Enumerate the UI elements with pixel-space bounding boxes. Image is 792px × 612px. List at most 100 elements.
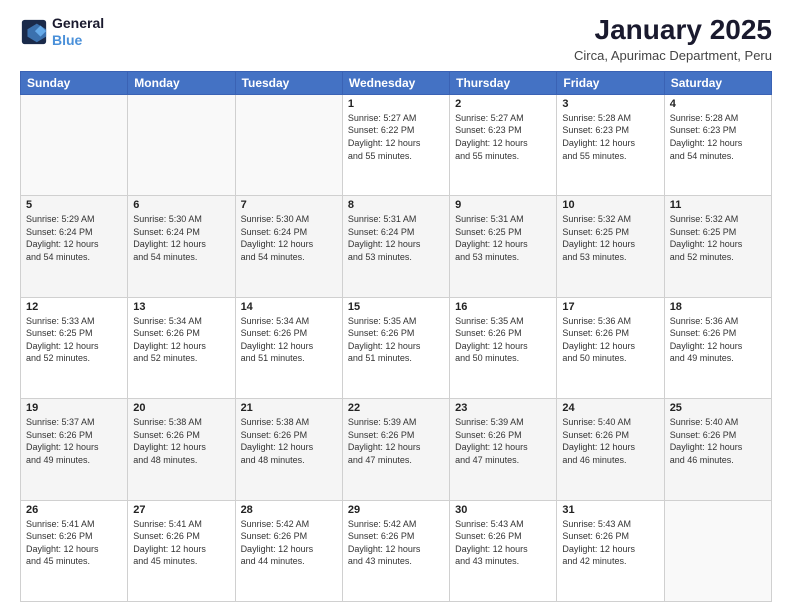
day-cell: 12Sunrise: 5:33 AMSunset: 6:25 PMDayligh… — [21, 297, 128, 398]
day-number: 10 — [562, 199, 658, 211]
day-info: Sunrise: 5:37 AMSunset: 6:26 PMDaylight:… — [26, 416, 122, 466]
day-cell: 15Sunrise: 5:35 AMSunset: 6:26 PMDayligh… — [342, 297, 449, 398]
week-row-1: 1Sunrise: 5:27 AMSunset: 6:22 PMDaylight… — [21, 94, 772, 195]
day-info: Sunrise: 5:30 AMSunset: 6:24 PMDaylight:… — [133, 213, 229, 263]
day-info: Sunrise: 5:27 AMSunset: 6:23 PMDaylight:… — [455, 112, 551, 162]
day-number: 20 — [133, 402, 229, 414]
day-number: 22 — [348, 402, 444, 414]
week-row-3: 12Sunrise: 5:33 AMSunset: 6:25 PMDayligh… — [21, 297, 772, 398]
day-info: Sunrise: 5:29 AMSunset: 6:24 PMDaylight:… — [26, 213, 122, 263]
day-info: Sunrise: 5:36 AMSunset: 6:26 PMDaylight:… — [670, 315, 766, 365]
week-row-4: 19 Sunrise: 5:37 AMSunset: 6:26 PMDayligh… — [21, 399, 772, 500]
header: General Blue January 2025 Circa, Apurima… — [20, 15, 772, 63]
day-cell: 25 Sunrise: 5:40 AMSunset: 6:26 PMDayligh… — [664, 399, 771, 500]
day-number: 1 — [348, 98, 444, 110]
day-cell: 13 Sunrise: 5:34 AMSunset: 6:26 PMDayligh… — [128, 297, 235, 398]
logo-line1: General — [52, 15, 104, 32]
day-info: Sunrise: 5:41 AMSunset: 6:26 PMDaylight:… — [133, 518, 229, 568]
day-info: Sunrise: 5:35 AMSunset: 6:26 PMDaylight:… — [455, 315, 551, 365]
header-cell-monday: Monday — [128, 71, 235, 94]
day-cell: 1Sunrise: 5:27 AMSunset: 6:22 PMDaylight… — [342, 94, 449, 195]
title-block: January 2025 Circa, Apurimac Department,… — [574, 15, 772, 63]
logo: General Blue — [20, 15, 104, 49]
day-cell: 27 Sunrise: 5:41 AMSunset: 6:26 PMDayligh… — [128, 500, 235, 601]
header-cell-friday: Friday — [557, 71, 664, 94]
day-info: Sunrise: 5:30 AMSunset: 6:24 PMDaylight:… — [241, 213, 337, 263]
day-info: Sunrise: 5:28 AMSunset: 6:23 PMDaylight:… — [562, 112, 658, 162]
day-info: Sunrise: 5:43 AMSunset: 6:26 PMDaylight:… — [455, 518, 551, 568]
header-cell-sunday: Sunday — [21, 71, 128, 94]
day-info: Sunrise: 5:41 AMSunset: 6:26 PMDaylight:… — [26, 518, 122, 568]
day-info: Sunrise: 5:40 AMSunset: 6:26 PMDaylight:… — [670, 416, 766, 466]
day-number: 30 — [455, 504, 551, 516]
day-number: 16 — [455, 301, 551, 313]
day-cell: 14Sunrise: 5:34 AMSunset: 6:26 PMDayligh… — [235, 297, 342, 398]
day-number: 26 — [26, 504, 122, 516]
week-row-2: 5 Sunrise: 5:29 AMSunset: 6:24 PMDaylight… — [21, 196, 772, 297]
day-number: 3 — [562, 98, 658, 110]
day-cell: 10 Sunrise: 5:32 AMSunset: 6:25 PMDayligh… — [557, 196, 664, 297]
day-number: 5 — [26, 199, 122, 211]
day-info: Sunrise: 5:40 AMSunset: 6:26 PMDaylight:… — [562, 416, 658, 466]
day-cell: 20 Sunrise: 5:38 AMSunset: 6:26 PMDayligh… — [128, 399, 235, 500]
day-number: 19 — [26, 402, 122, 414]
day-cell: 18Sunrise: 5:36 AMSunset: 6:26 PMDayligh… — [664, 297, 771, 398]
day-number: 21 — [241, 402, 337, 414]
day-number: 7 — [241, 199, 337, 211]
day-cell: 5 Sunrise: 5:29 AMSunset: 6:24 PMDaylight… — [21, 196, 128, 297]
day-cell — [128, 94, 235, 195]
day-number: 23 — [455, 402, 551, 414]
day-number: 27 — [133, 504, 229, 516]
header-row: SundayMondayTuesdayWednesdayThursdayFrid… — [21, 71, 772, 94]
header-cell-thursday: Thursday — [450, 71, 557, 94]
day-info: Sunrise: 5:35 AMSunset: 6:26 PMDaylight:… — [348, 315, 444, 365]
day-info: Sunrise: 5:38 AMSunset: 6:26 PMDaylight:… — [133, 416, 229, 466]
day-info: Sunrise: 5:28 AMSunset: 6:23 PMDaylight:… — [670, 112, 766, 162]
header-cell-tuesday: Tuesday — [235, 71, 342, 94]
day-cell: 3 Sunrise: 5:28 AMSunset: 6:23 PMDaylight… — [557, 94, 664, 195]
day-info: Sunrise: 5:43 AMSunset: 6:26 PMDaylight:… — [562, 518, 658, 568]
day-cell: 6 Sunrise: 5:30 AMSunset: 6:24 PMDaylight… — [128, 196, 235, 297]
day-info: Sunrise: 5:32 AMSunset: 6:25 PMDaylight:… — [562, 213, 658, 263]
day-cell — [235, 94, 342, 195]
day-cell: 2 Sunrise: 5:27 AMSunset: 6:23 PMDaylight… — [450, 94, 557, 195]
day-info: Sunrise: 5:42 AMSunset: 6:26 PMDaylight:… — [348, 518, 444, 568]
day-info: Sunrise: 5:42 AMSunset: 6:26 PMDaylight:… — [241, 518, 337, 568]
logo-line2: Blue — [52, 32, 104, 49]
day-cell: 9 Sunrise: 5:31 AMSunset: 6:25 PMDaylight… — [450, 196, 557, 297]
day-number: 11 — [670, 199, 766, 211]
day-number: 29 — [348, 504, 444, 516]
day-number: 6 — [133, 199, 229, 211]
day-cell: 17Sunrise: 5:36 AMSunset: 6:26 PMDayligh… — [557, 297, 664, 398]
day-cell: 23 Sunrise: 5:39 AMSunset: 6:26 PMDayligh… — [450, 399, 557, 500]
logo-text: General Blue — [52, 15, 104, 49]
calendar-header: SundayMondayTuesdayWednesdayThursdayFrid… — [21, 71, 772, 94]
week-row-5: 26 Sunrise: 5:41 AMSunset: 6:26 PMDayligh… — [21, 500, 772, 601]
day-cell: 11 Sunrise: 5:32 AMSunset: 6:25 PMDayligh… — [664, 196, 771, 297]
day-info: Sunrise: 5:32 AMSunset: 6:25 PMDaylight:… — [670, 213, 766, 263]
day-cell — [664, 500, 771, 601]
header-cell-saturday: Saturday — [664, 71, 771, 94]
day-number: 14 — [241, 301, 337, 313]
day-info: Sunrise: 5:39 AMSunset: 6:26 PMDaylight:… — [455, 416, 551, 466]
day-number: 17 — [562, 301, 658, 313]
day-cell: 24Sunrise: 5:40 AMSunset: 6:26 PMDayligh… — [557, 399, 664, 500]
day-cell: 31Sunrise: 5:43 AMSunset: 6:26 PMDayligh… — [557, 500, 664, 601]
day-number: 9 — [455, 199, 551, 211]
day-cell: 19 Sunrise: 5:37 AMSunset: 6:26 PMDayligh… — [21, 399, 128, 500]
calendar-body: 1Sunrise: 5:27 AMSunset: 6:22 PMDaylight… — [21, 94, 772, 601]
day-number: 8 — [348, 199, 444, 211]
logo-icon — [20, 18, 48, 46]
day-number: 28 — [241, 504, 337, 516]
day-cell: 26 Sunrise: 5:41 AMSunset: 6:26 PMDayligh… — [21, 500, 128, 601]
day-cell: 30 Sunrise: 5:43 AMSunset: 6:26 PMDayligh… — [450, 500, 557, 601]
day-info: Sunrise: 5:34 AMSunset: 6:26 PMDaylight:… — [133, 315, 229, 365]
day-number: 2 — [455, 98, 551, 110]
day-number: 25 — [670, 402, 766, 414]
day-number: 13 — [133, 301, 229, 313]
subtitle: Circa, Apurimac Department, Peru — [574, 48, 772, 63]
day-info: Sunrise: 5:39 AMSunset: 6:26 PMDaylight:… — [348, 416, 444, 466]
day-cell: 28 Sunrise: 5:42 AMSunset: 6:26 PMDayligh… — [235, 500, 342, 601]
day-cell: 21Sunrise: 5:38 AMSunset: 6:26 PMDayligh… — [235, 399, 342, 500]
day-info: Sunrise: 5:31 AMSunset: 6:25 PMDaylight:… — [455, 213, 551, 263]
